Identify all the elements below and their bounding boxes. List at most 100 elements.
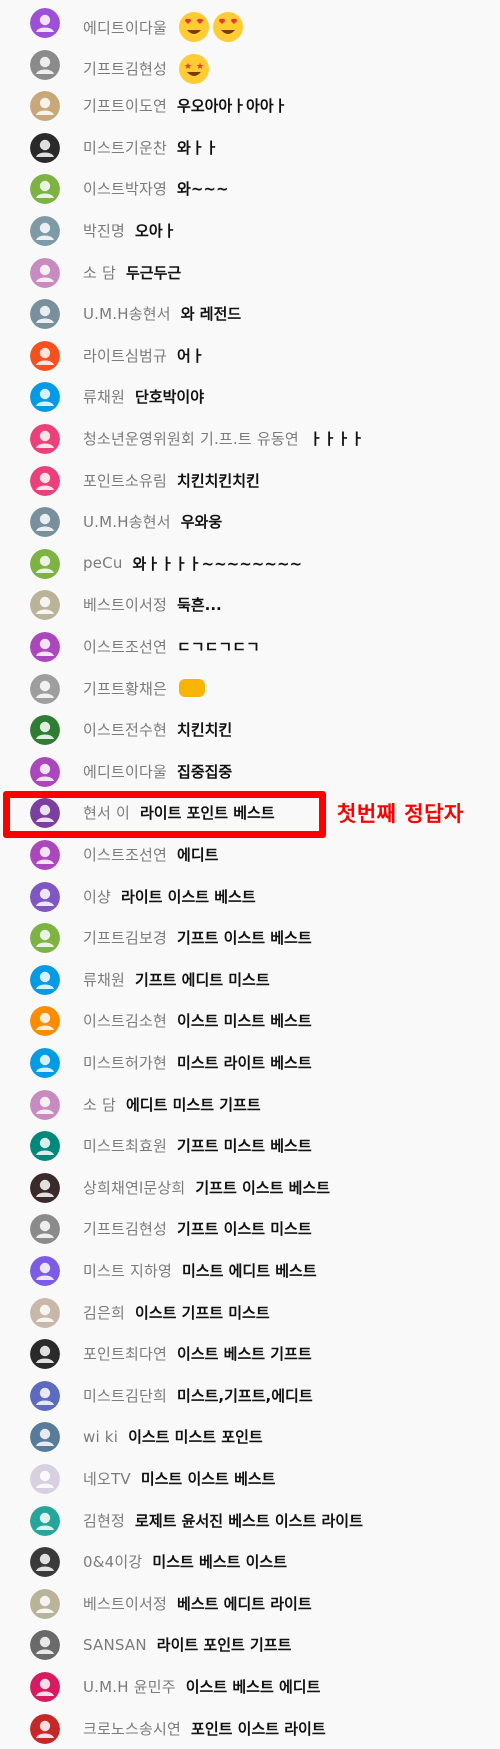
author-name[interactable]: U.M.H송현서 [83, 303, 171, 324]
avatar[interactable] [30, 964, 60, 995]
chat-message-row: 기프트황채은 [0, 667, 500, 709]
author-name[interactable]: 기프트김현성 [83, 1218, 167, 1239]
avatar[interactable] [30, 1131, 60, 1162]
avatar[interactable] [30, 548, 60, 579]
avatar[interactable] [30, 49, 60, 80]
author-name[interactable]: 김현정 [83, 1510, 125, 1531]
avatar[interactable] [30, 132, 60, 163]
avatar[interactable] [30, 174, 60, 205]
avatar[interactable] [30, 8, 60, 38]
author-name[interactable]: 미스트최효원 [83, 1135, 167, 1156]
author-name[interactable]: 이샹 [83, 886, 111, 907]
message-text: 미스트 베스트 이스트 [152, 1553, 288, 1572]
author-name[interactable]: 포인트소유림 [83, 470, 167, 491]
avatar[interactable] [30, 1422, 60, 1453]
avatar[interactable] [30, 91, 60, 122]
avatar[interactable] [30, 840, 60, 870]
avatar[interactable] [30, 382, 60, 413]
avatar[interactable] [30, 673, 60, 704]
author-name[interactable]: 미스트김단희 [83, 1385, 167, 1406]
author-name[interactable]: 이스트김소현 [83, 1010, 167, 1031]
avatar[interactable] [30, 1172, 60, 1203]
avatar[interactable] [30, 632, 60, 662]
author-name[interactable]: 라이트심범규 [83, 345, 167, 366]
avatar[interactable] [30, 715, 60, 746]
avatar[interactable] [30, 1214, 60, 1245]
avatar[interactable] [30, 881, 60, 912]
avatar[interactable] [30, 1339, 60, 1370]
star-struck-emoji-icon: ★ ★ [179, 53, 210, 84]
avatar[interactable] [30, 424, 60, 454]
avatar[interactable] [30, 1588, 60, 1619]
author-name[interactable]: 소 담 [83, 262, 116, 283]
raised-hands-emoji-icon [179, 679, 206, 698]
avatar[interactable] [30, 340, 60, 371]
author-name[interactable]: 포인트최다연 [83, 1343, 167, 1364]
chat-message-line: 베스트이서정 둑흔... [83, 594, 222, 615]
author-name[interactable]: U.M.H 윤민주 [83, 1676, 176, 1697]
chat-message-row: 박진명 오아ㅏ [0, 209, 500, 251]
author-name[interactable]: 상희채연l문상희 [83, 1177, 185, 1198]
author-name[interactable]: 이스트전수현 [83, 719, 167, 740]
svg-text:★: ★ [196, 62, 204, 72]
author-name[interactable]: 류채원 [83, 969, 125, 990]
chat-message-row: 네오TV 미스트 이스트 베스트 [0, 1457, 500, 1499]
chat-message-line: U.M.H송현서 와 레전드 [83, 303, 241, 324]
author-name[interactable]: 기프트김현성 [83, 58, 167, 79]
avatar[interactable] [30, 216, 60, 246]
author-name[interactable]: U.M.H송현서 [83, 511, 171, 532]
avatar[interactable] [30, 1505, 60, 1536]
avatar[interactable] [30, 1547, 60, 1578]
author-name[interactable]: 미스트 지하영 [83, 1260, 172, 1281]
author-name[interactable]: 네오TV [83, 1468, 131, 1489]
author-name[interactable]: 에디트이다울 [83, 17, 167, 38]
author-name[interactable]: 소 담 [83, 1094, 116, 1115]
author-name[interactable]: 류채원 [83, 386, 125, 407]
author-name[interactable]: 기프트이도연 [83, 95, 167, 116]
avatar[interactable] [30, 507, 60, 538]
author-name[interactable]: 이스트조선연 [83, 636, 167, 657]
avatar[interactable] [30, 1713, 60, 1744]
author-name[interactable]: 베스트이서정 [83, 594, 167, 615]
avatar[interactable] [30, 1006, 60, 1037]
avatar[interactable] [30, 1672, 60, 1702]
avatar[interactable] [30, 1630, 60, 1661]
avatar[interactable] [30, 1464, 60, 1494]
author-name[interactable]: SANSAN [83, 1636, 147, 1654]
message-text: 미스트 이스트 베스트 [140, 1470, 276, 1488]
author-name[interactable]: 에디트이다울 [83, 761, 167, 782]
avatar[interactable] [30, 923, 60, 954]
author-name[interactable]: wi ki [83, 1428, 118, 1446]
author-name[interactable]: 미스트허가현 [83, 1052, 167, 1073]
heart-eyes-emoji-icon [179, 12, 210, 42]
author-name[interactable]: 청소년운영위원회 기.프.트 유동연 [83, 428, 299, 449]
avatar[interactable] [30, 590, 60, 621]
author-name[interactable]: 이스트박자영 [83, 178, 167, 199]
avatar[interactable] [30, 1380, 60, 1411]
author-name[interactable]: 크로노스송시연 [83, 1718, 181, 1739]
chat-message-row: 0&4이강 미스트 베스트 이스트 [0, 1540, 500, 1582]
author-name[interactable]: 김은희 [83, 1302, 125, 1323]
author-name[interactable]: peCu [83, 554, 123, 572]
message-text: 집중집중 [177, 762, 233, 781]
author-name[interactable]: 기프트황채은 [83, 678, 167, 699]
avatar[interactable] [30, 1089, 60, 1120]
author-name[interactable]: 기프트김보경 [83, 927, 167, 948]
author-name[interactable]: 0&4이강 [83, 1551, 142, 1572]
chat-message-row: 베스트이서정 베스트 에디트 라이트 [0, 1582, 500, 1624]
avatar[interactable] [30, 1297, 60, 1328]
avatar[interactable] [30, 299, 60, 330]
chat-message-line: 기프트김현성 ★ ★ [83, 53, 210, 84]
avatar[interactable] [30, 756, 60, 787]
avatar[interactable] [30, 1256, 60, 1286]
author-name[interactable]: 박진명 [83, 220, 125, 241]
author-name[interactable]: 이스트조선연 [83, 844, 167, 865]
chat-message-line: 상희채연l문상희 기프트 이스트 베스트 [83, 1177, 330, 1198]
chat-message-line: 0&4이강 미스트 베스트 이스트 [83, 1551, 287, 1572]
chat-message-row: peCu 와ㅏㅏㅏㅏ~~~~~~~~ [0, 542, 500, 584]
avatar[interactable] [30, 1048, 60, 1078]
avatar[interactable] [30, 465, 60, 496]
author-name[interactable]: 베스트이서정 [83, 1593, 167, 1614]
author-name[interactable]: 미스트기운찬 [83, 137, 167, 158]
avatar[interactable] [30, 257, 60, 288]
